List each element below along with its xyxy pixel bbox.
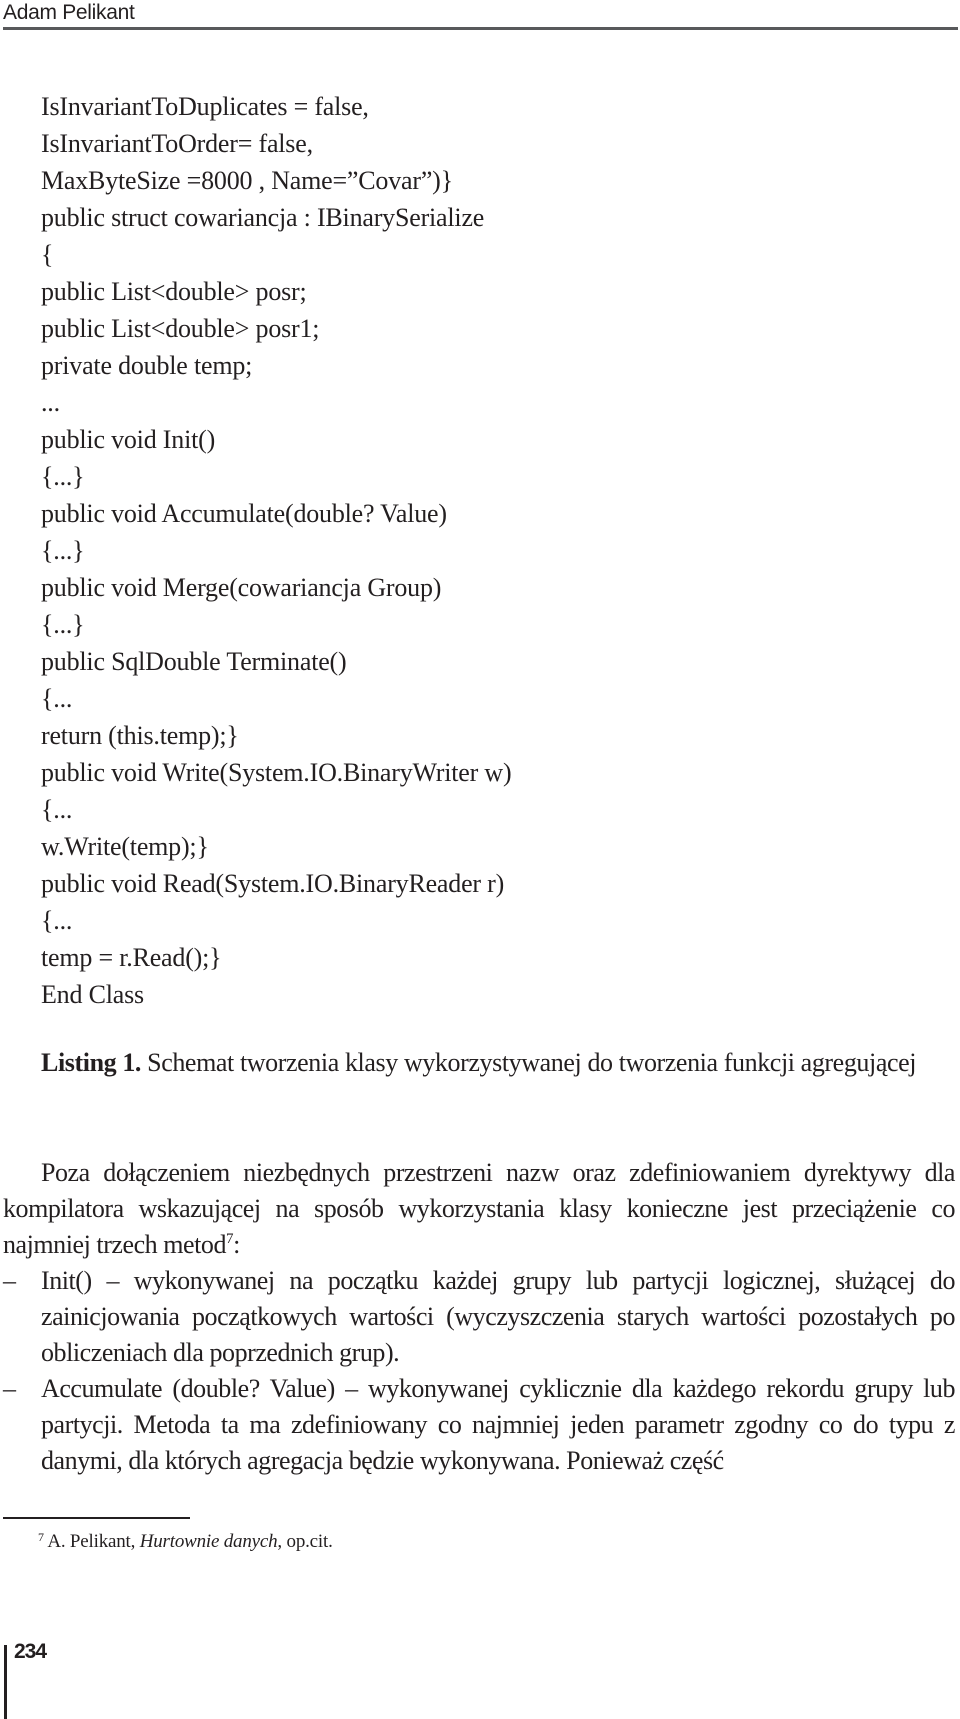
paragraph-text: Poza dołączeniem niezbędnych przestrzeni… (3, 1158, 955, 1259)
code-line: {... (41, 684, 73, 713)
code-line: return (this.temp);} (41, 721, 239, 750)
code-line: ... (41, 388, 60, 417)
body-paragraph: Poza dołączeniem niezbędnych przestrzeni… (3, 1155, 955, 1263)
code-line: IsInvariantToOrder= false, (41, 129, 313, 158)
code-line: {... (41, 795, 73, 824)
code-listing: IsInvariantToDuplicates = false, IsInvar… (41, 88, 512, 1013)
list-item: – Accumulate (double? Value) – wykonywan… (3, 1371, 955, 1479)
footnote: 7 A. Pelikant, Hurtownie danych, op.cit. (38, 1530, 333, 1554)
caption-text: Schemat tworzenia klasy wykorzystywanej … (141, 1048, 917, 1077)
footnote-rest: , op.cit. (277, 1531, 333, 1552)
code-line: public List<double> posr; (41, 277, 307, 306)
caption-label: Listing 1. (41, 1048, 142, 1077)
code-line: MaxByteSize =8000 , Name=”Covar”)} (41, 166, 453, 195)
code-line: public void Accumulate(double? Value) (41, 499, 447, 528)
header-rule (3, 27, 958, 30)
code-line: private double temp; (41, 351, 253, 380)
list-item-text: Accumulate (double? Value) – wykonywanej… (41, 1374, 955, 1475)
code-line: temp = r.Read();} (41, 943, 222, 972)
list-item: – Init() – wykonywanej na początku każde… (3, 1263, 955, 1371)
footnote-title: Hurtownie danych (139, 1531, 278, 1552)
code-line: {...} (41, 536, 85, 565)
footnote-author: A. Pelikant, (43, 1531, 140, 1552)
method-list: – Init() – wykonywanej na początku każde… (3, 1263, 955, 1479)
code-line: IsInvariantToDuplicates = false, (41, 92, 369, 121)
paragraph-end: : (233, 1230, 240, 1259)
code-line: public SqlDouble Terminate() (41, 647, 347, 676)
page-number: 234 (14, 1640, 47, 1663)
dash-bullet-icon: – (3, 1266, 16, 1295)
page-margin-bar (4, 1645, 7, 1719)
code-line: {...} (41, 462, 85, 491)
code-line: public void Read(System.IO.BinaryReader … (41, 869, 505, 898)
listing-caption: Listing 1. Schemat tworzenia klasy wykor… (3, 1044, 955, 1081)
code-line: public struct cowariancja : IBinarySeria… (41, 203, 485, 232)
code-line: public List<double> posr1; (41, 314, 320, 343)
list-item-text: Init() – wykonywanej na początku każdej … (41, 1266, 955, 1367)
code-line: public void Write(System.IO.BinaryWriter… (41, 758, 512, 787)
code-line: { (41, 240, 54, 269)
code-line: public void Merge(cowariancja Group) (41, 573, 442, 602)
code-line: w.Write(temp);} (41, 832, 209, 861)
dash-bullet-icon: – (3, 1374, 16, 1403)
footnote-rule (3, 1517, 190, 1519)
running-head-author: Adam Pelikant (3, 1, 135, 24)
code-line: {...} (41, 610, 85, 639)
code-line: public void Init() (41, 425, 216, 454)
code-line: {... (41, 906, 73, 935)
code-line: End Class (41, 980, 144, 1009)
